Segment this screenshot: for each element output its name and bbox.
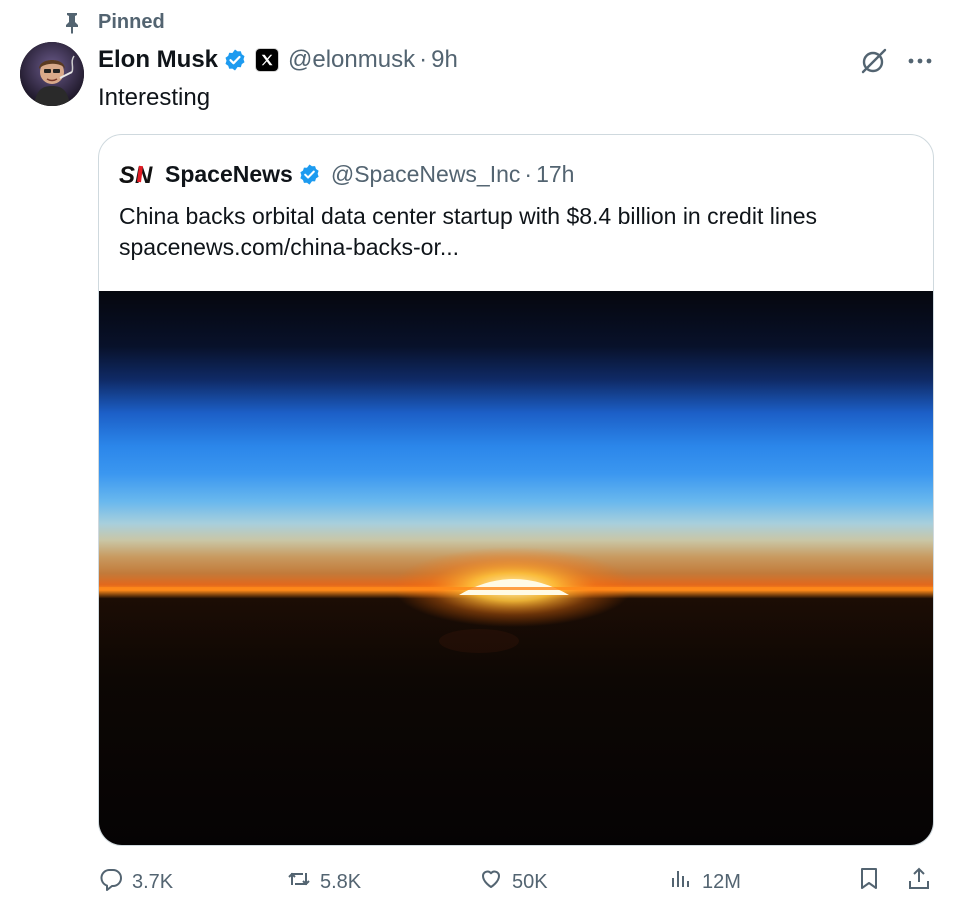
heart-icon [478, 866, 504, 898]
author-name[interactable]: Elon Musk [98, 46, 218, 74]
quoted-verified-badge-icon [298, 163, 321, 186]
reply-icon [98, 866, 124, 898]
avatar[interactable] [20, 42, 84, 106]
quoted-tweet-card[interactable]: SN SpaceNews @SpaceNews_Inc · 17h China … [98, 134, 934, 846]
quoted-tweet-header: SN SpaceNews @SpaceNews_Inc · 17h [119, 159, 574, 190]
quoted-timestamp[interactable]: 17h [536, 161, 574, 188]
share-button[interactable] [906, 866, 932, 898]
earth-sunrise-image[interactable] [99, 291, 933, 845]
quoted-author-name[interactable]: SpaceNews [165, 161, 293, 188]
quoted-author-handle[interactable]: @SpaceNews_Inc [331, 161, 521, 188]
views-button[interactable]: 12M [668, 866, 741, 898]
retweet-icon [286, 866, 312, 898]
bookmark-button[interactable] [856, 866, 882, 898]
reply-button[interactable]: 3.7K [98, 866, 173, 898]
tweet-header: Elon Musk @elonmusk · 9h [98, 44, 458, 76]
verified-badge-icon [223, 48, 247, 72]
bookmark-icon [856, 866, 882, 898]
like-count: 50K [512, 870, 548, 893]
quoted-text-line: China backs orbital data center startup … [119, 203, 818, 229]
quoted-link[interactable]: spacenews.com/china-backs-or... [119, 232, 919, 263]
tweet-action-bar: 3.7K 5.8K 50K 12M [98, 866, 942, 898]
author-handle[interactable]: @elonmusk [288, 46, 415, 74]
like-button[interactable]: 50K [478, 866, 548, 898]
tweet-timestamp[interactable]: 9h [431, 46, 458, 74]
retweet-button[interactable]: 5.8K [286, 866, 361, 898]
grok-icon[interactable] [859, 46, 889, 76]
svg-text:SN: SN [119, 162, 153, 186]
pinned-label: Pinned [98, 10, 165, 33]
pin-icon [60, 10, 84, 34]
views-count: 12M [702, 870, 741, 893]
retweet-count: 5.8K [320, 870, 362, 893]
share-icon [906, 866, 932, 898]
reply-count: 3.7K [132, 870, 174, 893]
quoted-separator-dot: · [524, 160, 533, 187]
tweet-text: Interesting [98, 84, 211, 111]
spacenews-logo-icon: SN [119, 162, 159, 189]
pinned-indicator: Pinned [60, 8, 165, 36]
views-chart-icon [668, 866, 694, 898]
x-affiliation-icon[interactable] [256, 49, 279, 71]
quoted-tweet-text: China backs orbital data center startup … [119, 201, 919, 263]
more-options-icon[interactable] [904, 46, 936, 76]
separator-dot: · [419, 46, 428, 73]
